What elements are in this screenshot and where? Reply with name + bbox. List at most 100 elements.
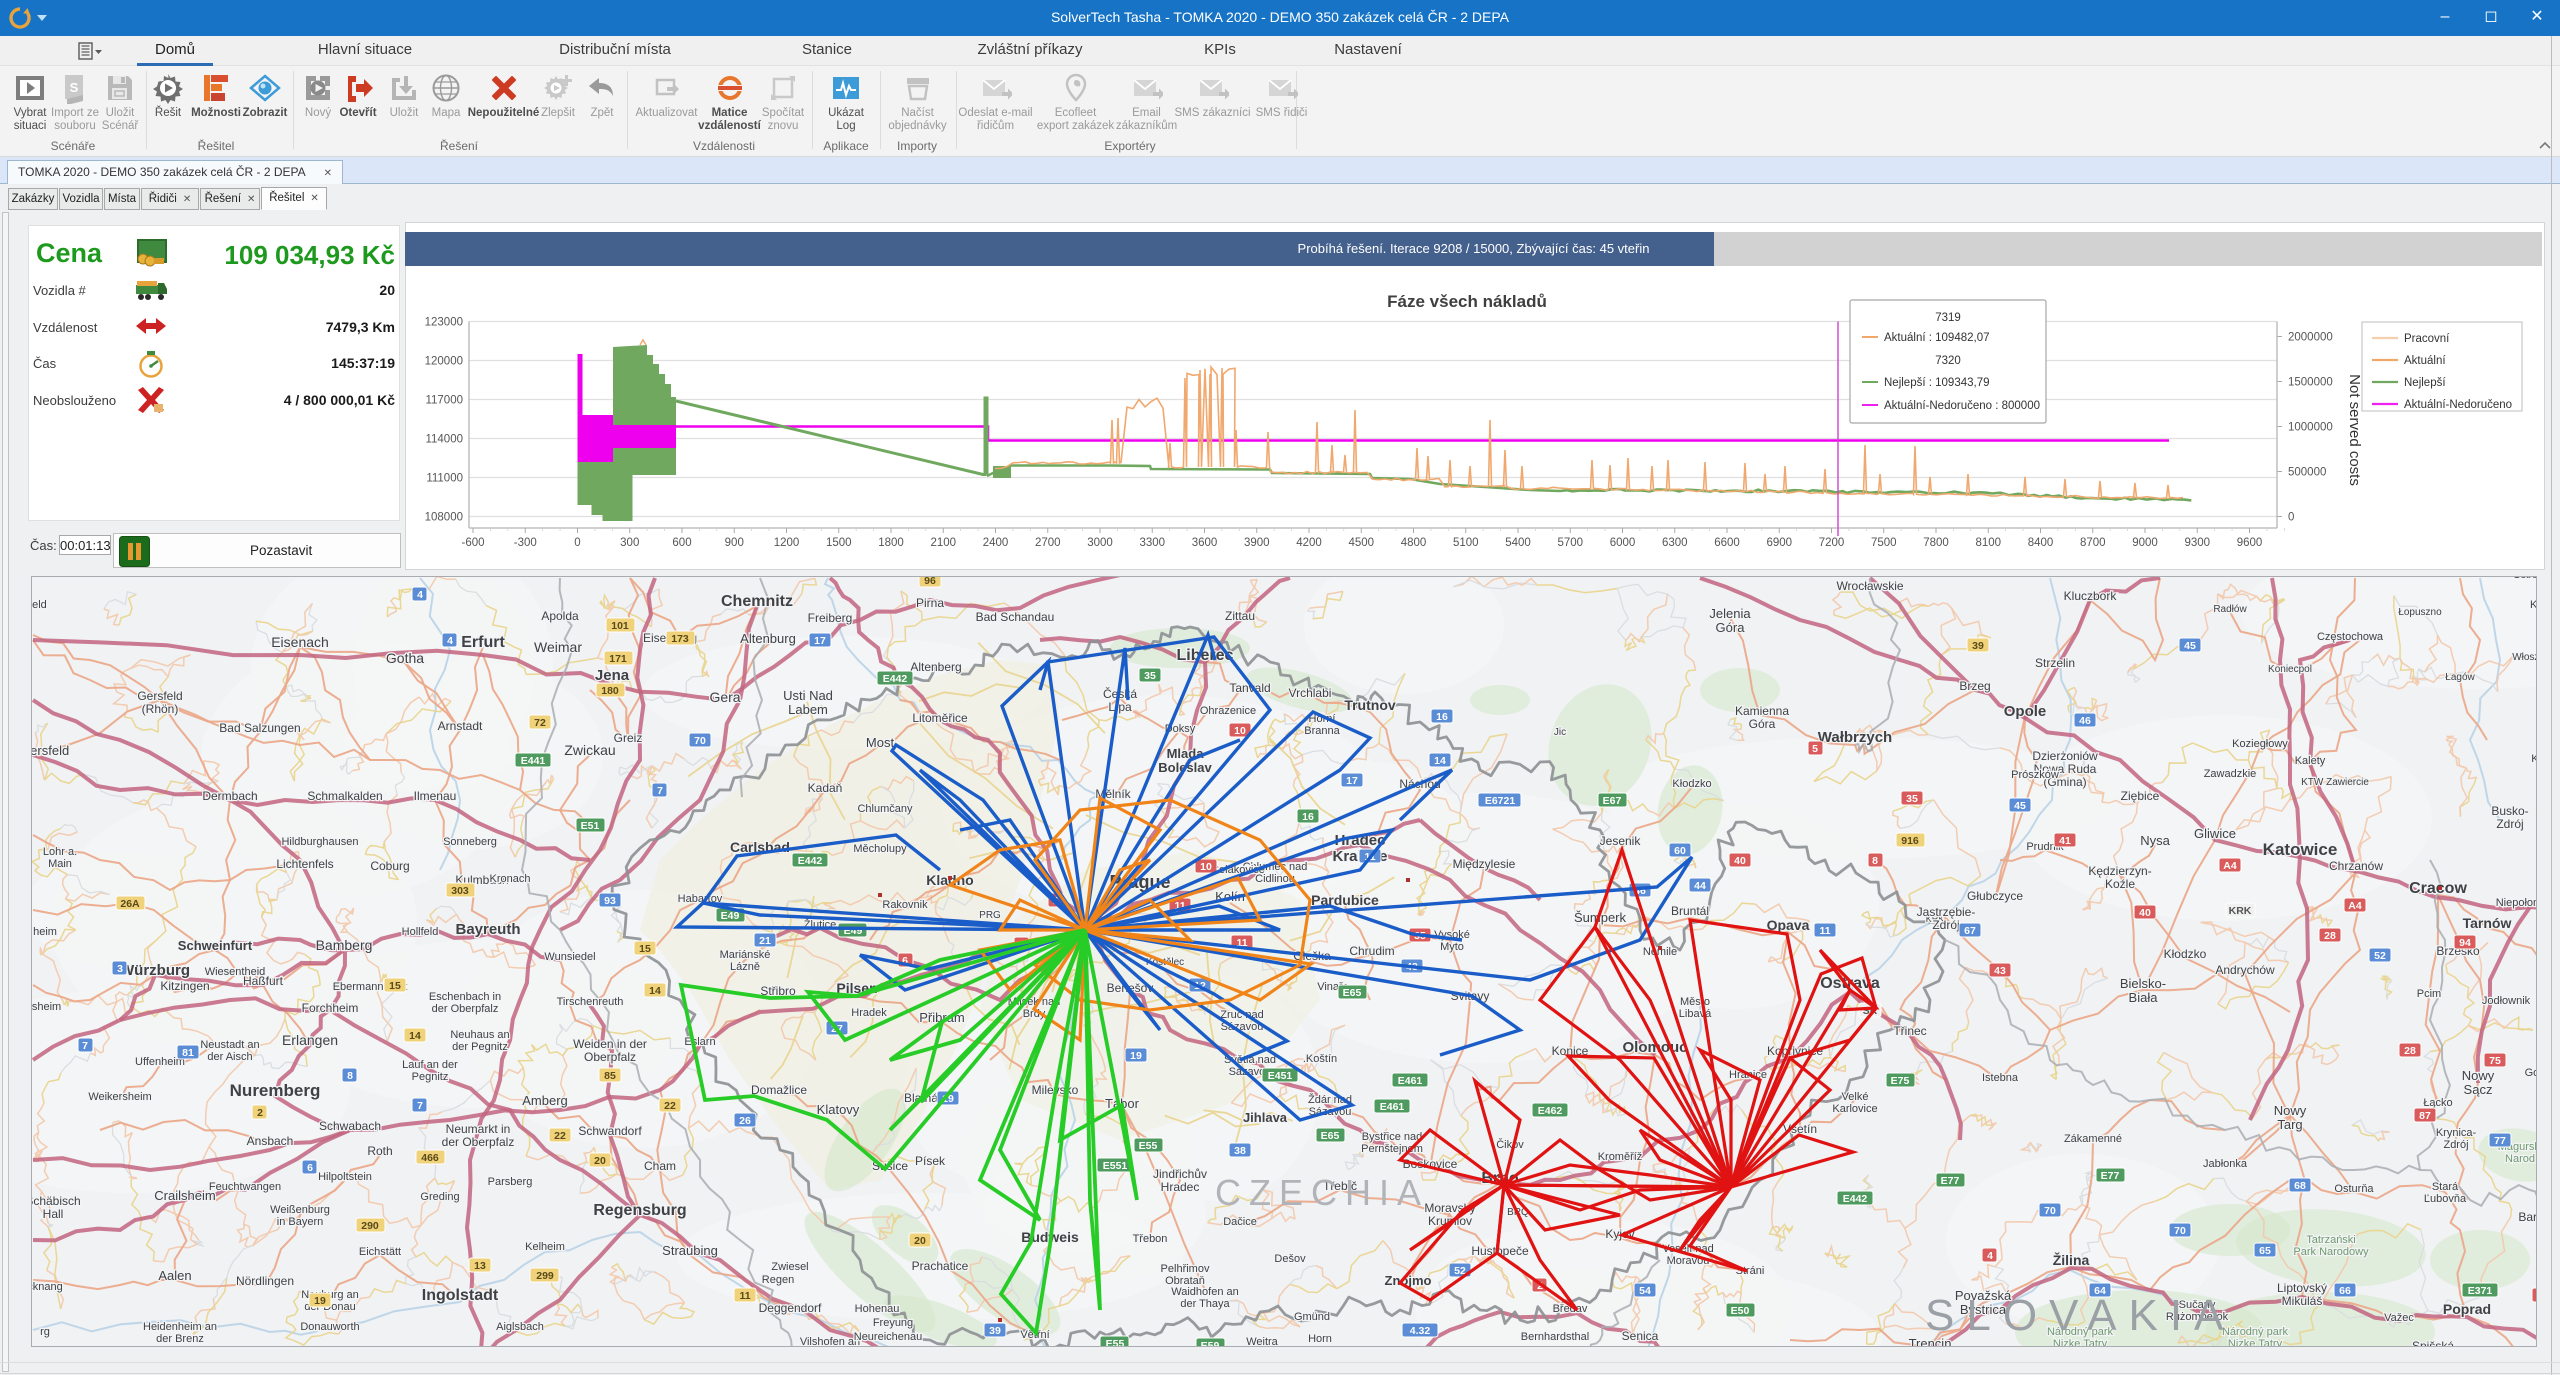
svg-text:E55: E55: [1139, 1140, 1158, 1152]
svg-text:11: 11: [739, 1290, 750, 1302]
svg-text:72: 72: [534, 717, 546, 729]
svg-text:Targ: Targ: [2277, 1117, 2302, 1132]
svg-text:70: 70: [694, 735, 706, 747]
svg-text:Nysa: Nysa: [2140, 833, 2170, 848]
svg-text:Strzelin: Strzelin: [2035, 656, 2075, 670]
svg-text:Jesenik: Jesenik: [1600, 834, 1642, 848]
svg-text:900: 900: [725, 537, 744, 549]
svg-text:Łącko: Łącko: [2423, 1097, 2452, 1109]
svg-text:Pracovní: Pracovní: [2404, 333, 2450, 345]
svg-text:Altenburg: Altenburg: [740, 631, 796, 646]
svg-text:rg: rg: [40, 1326, 50, 1338]
svg-text:43: 43: [1994, 965, 2006, 977]
svg-text:Koniecpol: Koniecpol: [2268, 664, 2312, 675]
svg-text:180: 180: [601, 685, 619, 697]
svg-text:Hohenau: Hohenau: [855, 1303, 900, 1315]
svg-text:PRG: PRG: [979, 910, 1001, 921]
svg-text:Neureichenau: Neureichenau: [854, 1331, 923, 1343]
svg-text:2400: 2400: [983, 537, 1009, 549]
svg-text:E77: E77: [2101, 1170, 2120, 1182]
svg-text:Andrychów: Andrychów: [2215, 963, 2275, 977]
svg-text:1500: 1500: [826, 537, 852, 549]
svg-text:Deggendorf: Deggendorf: [759, 1301, 822, 1315]
svg-text:70: 70: [2044, 1205, 2056, 1217]
svg-text:Třinec: Třinec: [1893, 1024, 1926, 1038]
svg-text:16: 16: [1302, 811, 1314, 823]
svg-text:Forchheim: Forchheim: [302, 1001, 359, 1015]
svg-text:Neuhaus an: Neuhaus an: [450, 1029, 509, 1041]
svg-text:Hilpoltstein: Hilpoltstein: [318, 1171, 372, 1183]
svg-text:Nejlepší: Nejlepší: [2404, 377, 2446, 389]
svg-text:Weitra: Weitra: [1246, 1336, 1278, 1346]
svg-text:E77: E77: [1941, 1175, 1960, 1187]
svg-text:Nowy: Nowy: [2462, 1068, 2495, 1083]
svg-text:Dačice: Dačice: [1223, 1216, 1257, 1228]
svg-text:26: 26: [739, 1115, 751, 1127]
svg-text:Nizke Tatry: Nizke Tatry: [2228, 1338, 2283, 1346]
svg-text:Most: Most: [866, 735, 895, 750]
svg-text:Vrchlabi: Vrchlabi: [1289, 686, 1332, 700]
svg-text:Ansbach: Ansbach: [247, 1134, 294, 1148]
svg-text:123000: 123000: [425, 317, 463, 329]
svg-text:Międzylesie: Międzylesie: [1453, 857, 1516, 871]
svg-text:40: 40: [1734, 855, 1746, 867]
svg-text:Lichtenfels: Lichtenfels: [276, 857, 333, 871]
svg-text:19: 19: [1130, 1050, 1142, 1062]
svg-text:Dzierżoniów: Dzierżoniów: [2032, 749, 2098, 763]
svg-text:Hradec: Hradec: [1161, 1180, 1200, 1194]
svg-text:Hersfeld: Hersfeld: [32, 743, 69, 758]
svg-text:E442: E442: [1843, 1193, 1868, 1205]
svg-text:Domažlice: Domažlice: [751, 1083, 807, 1097]
svg-text:4: 4: [447, 635, 453, 647]
svg-text:Gera: Gera: [709, 689, 740, 705]
svg-text:8400: 8400: [2028, 537, 2054, 549]
svg-text:120000: 120000: [425, 356, 463, 368]
svg-text:Prachatice: Prachatice: [912, 1259, 969, 1273]
svg-text:3300: 3300: [1139, 537, 1165, 549]
svg-text:Biała: Biała: [2129, 990, 2159, 1005]
svg-text:Jic: Jic: [1554, 727, 1566, 738]
svg-text:Pirna: Pirna: [916, 596, 944, 610]
svg-text:Zdrój: Zdrój: [1932, 918, 1959, 932]
svg-text:Klatovy: Klatovy: [817, 1102, 860, 1117]
svg-text:-300: -300: [514, 537, 537, 549]
svg-text:Bamberg: Bamberg: [316, 937, 373, 953]
svg-text:6900: 6900: [1766, 537, 1792, 549]
svg-text:Mikuláš: Mikuláš: [2282, 1294, 2323, 1308]
svg-text:Pegnitz: Pegnitz: [412, 1071, 449, 1083]
svg-text:Tarnów: Tarnów: [2463, 915, 2512, 931]
svg-text:Kamienna: Kamienna: [1735, 704, 1789, 718]
svg-text:E442: E442: [798, 855, 823, 867]
svg-text:Karlovice: Karlovice: [1832, 1103, 1877, 1115]
svg-text:111000: 111000: [426, 473, 463, 485]
svg-text:Niepołomice: Niepołomice: [2496, 897, 2536, 909]
svg-text:15: 15: [389, 980, 401, 992]
svg-text:der Brenz: der Brenz: [156, 1333, 204, 1345]
svg-text:60: 60: [1674, 845, 1686, 857]
svg-text:6300: 6300: [1662, 537, 1688, 549]
svg-text:2: 2: [257, 1107, 263, 1119]
svg-text:E442: E442: [883, 673, 908, 685]
svg-text:Bruntál: Bruntál: [1671, 904, 1709, 918]
svg-text:11: 11: [1819, 925, 1830, 937]
svg-text:2700: 2700: [1035, 537, 1061, 549]
svg-text:Wałbrzych: Wałbrzych: [1818, 729, 1892, 746]
svg-text:Kadaň: Kadaň: [808, 781, 843, 795]
svg-text:19: 19: [314, 1295, 326, 1307]
svg-text:Heidenheim an: Heidenheim an: [143, 1321, 217, 1333]
svg-text:Sącz: Sącz: [2464, 1082, 2493, 1097]
svg-text:Aktuální : 109482,07: Aktuální : 109482,07: [1884, 332, 1990, 344]
svg-text:Bardejov: Bardejov: [2518, 1210, 2536, 1224]
svg-text:Jastrzębie-: Jastrzębie-: [1917, 905, 1976, 919]
svg-text:der Thaya: der Thaya: [1180, 1298, 1230, 1310]
svg-text:Mariánské: Mariánské: [720, 949, 771, 961]
svg-text:6: 6: [307, 1162, 313, 1174]
svg-text:Zawadzkie: Zawadzkie: [2204, 768, 2257, 780]
svg-text:Hollfeld: Hollfeld: [402, 926, 439, 938]
svg-text:300: 300: [620, 537, 639, 549]
svg-text:Zákamenné: Zákamenné: [2064, 1133, 2122, 1145]
svg-text:Rakovnik: Rakovnik: [882, 899, 928, 911]
svg-text:E451: E451: [1268, 1070, 1293, 1082]
svg-text:Horn: Horn: [1308, 1333, 1332, 1345]
svg-text:17: 17: [1346, 775, 1358, 787]
